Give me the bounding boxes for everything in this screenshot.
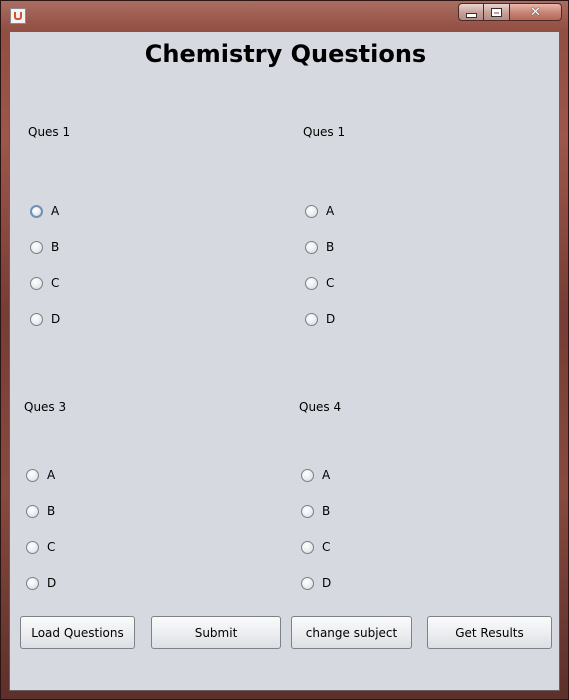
load-questions-button[interactable]: Load Questions: [20, 616, 135, 649]
radio-icon[interactable]: [305, 240, 318, 254]
radio-icon[interactable]: [30, 240, 43, 254]
maximize-icon: [491, 7, 502, 17]
window-controls: ✕: [458, 3, 562, 22]
q4-option-a[interactable]: A: [301, 467, 330, 483]
q4-option-c[interactable]: C: [301, 539, 330, 555]
q3-option-d[interactable]: D: [26, 575, 56, 591]
radio-icon[interactable]: [301, 504, 314, 518]
question-1-label: Ques 1: [28, 125, 71, 139]
submit-button[interactable]: Submit: [151, 616, 281, 649]
q3-option-b[interactable]: B: [26, 503, 55, 519]
maximize-button[interactable]: [484, 3, 510, 21]
q4-option-d[interactable]: D: [301, 575, 331, 591]
q1-option-b[interactable]: B: [30, 239, 59, 255]
q2-option-a[interactable]: A: [305, 203, 334, 219]
radio-icon[interactable]: [305, 204, 318, 218]
q2-option-b[interactable]: B: [305, 239, 334, 255]
get-results-button[interactable]: Get Results: [427, 616, 552, 649]
q3-option-c[interactable]: C: [26, 539, 55, 555]
question-3-label: Ques 3: [24, 400, 67, 414]
page-title: Chemistry Questions: [144, 40, 427, 68]
q4-option-b[interactable]: B: [301, 503, 330, 519]
close-button[interactable]: ✕: [510, 3, 562, 21]
radio-icon[interactable]: [30, 276, 43, 290]
q2-option-c[interactable]: C: [305, 275, 334, 291]
radio-icon[interactable]: [301, 540, 314, 554]
radio-icon[interactable]: [305, 312, 318, 326]
radio-icon[interactable]: [26, 540, 39, 554]
q3-option-a[interactable]: A: [26, 467, 55, 483]
close-icon: ✕: [530, 4, 541, 20]
radio-icon[interactable]: [30, 204, 43, 218]
radio-icon[interactable]: [26, 468, 39, 482]
q1-option-d[interactable]: D: [30, 311, 60, 327]
question-2-label: Ques 1: [303, 125, 346, 139]
radio-icon[interactable]: [301, 468, 314, 482]
q1-option-a[interactable]: A: [30, 203, 59, 219]
radio-icon[interactable]: [305, 276, 318, 290]
content-panel: Chemistry Questions Ques 1 A B C D Ques …: [9, 31, 560, 691]
q1-option-c[interactable]: C: [30, 275, 59, 291]
radio-icon[interactable]: [301, 576, 314, 590]
title-bar[interactable]: ✕: [1, 1, 568, 29]
app-window: ✕ Chemistry Questions Ques 1 A B C D Que…: [0, 0, 569, 700]
minimize-button[interactable]: [458, 3, 484, 21]
change-subject-button[interactable]: change subject: [291, 616, 412, 649]
q2-option-d[interactable]: D: [305, 311, 335, 327]
radio-icon[interactable]: [26, 504, 39, 518]
radio-icon[interactable]: [26, 576, 39, 590]
radio-icon[interactable]: [30, 312, 43, 326]
minimize-icon: [465, 12, 477, 18]
java-cup-icon[interactable]: [10, 8, 26, 24]
question-4-label: Ques 4: [299, 400, 342, 414]
